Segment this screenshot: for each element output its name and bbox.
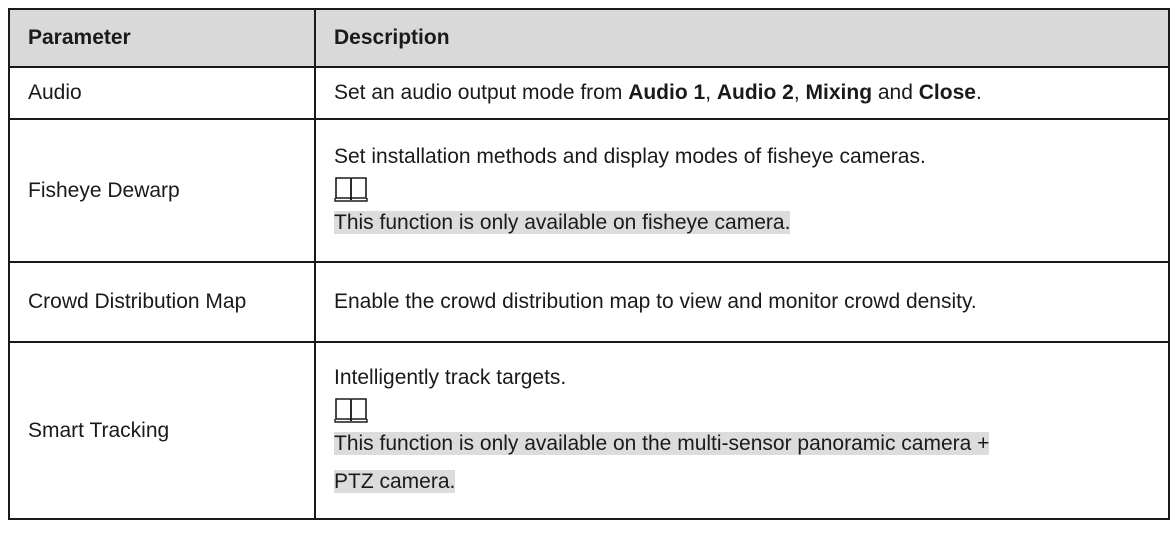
option-audio-1: Audio 1	[628, 81, 706, 104]
description-text: Intelligently track targets.	[334, 365, 567, 389]
desc-sep: ,	[793, 81, 806, 104]
parameter-table: Parameter Description Audio Set an audio…	[8, 8, 1170, 520]
option-mixing: Mixing	[805, 81, 873, 104]
description-cell: Enable the crowd distribution map to vie…	[314, 261, 1170, 343]
description-cell: Set installation methods and display mod…	[314, 118, 1170, 263]
table-row: Smart Tracking Intelligently track targe…	[8, 341, 1170, 520]
parameter-cell: Crowd Distribution Map	[8, 261, 316, 343]
desc-sep: and	[872, 81, 919, 104]
parameter-cell: Audio	[8, 66, 316, 120]
desc-text: Set an audio output mode from	[334, 81, 629, 104]
parameter-cell: Smart Tracking	[8, 341, 316, 520]
description-text: Set installation methods and display mod…	[334, 144, 926, 168]
desc-end: .	[975, 81, 982, 104]
desc-sep: ,	[705, 81, 717, 104]
header-description: Description	[314, 8, 1170, 68]
parameter-cell: Fisheye Dewarp	[8, 118, 316, 263]
note-text-line-1: This function is only available on the m…	[334, 431, 990, 455]
option-audio-2: Audio 2	[716, 81, 794, 104]
table-row: Audio Set an audio output mode from Audi…	[8, 66, 1170, 120]
book-icon	[334, 397, 368, 423]
note-text-line-2: PTZ camera.	[334, 469, 456, 493]
table-header-row: Parameter Description	[8, 8, 1170, 68]
book-icon	[334, 176, 368, 202]
option-close: Close	[918, 81, 976, 104]
table-row: Fisheye Dewarp Set installation methods …	[8, 118, 1170, 263]
header-parameter: Parameter	[8, 8, 316, 68]
description-cell: Set an audio output mode from Audio 1, A…	[314, 66, 1170, 120]
note-text: This function is only available on fishe…	[334, 210, 791, 234]
table-row: Crowd Distribution Map Enable the crowd …	[8, 261, 1170, 343]
description-cell: Intelligently track targets. This functi…	[314, 341, 1170, 520]
